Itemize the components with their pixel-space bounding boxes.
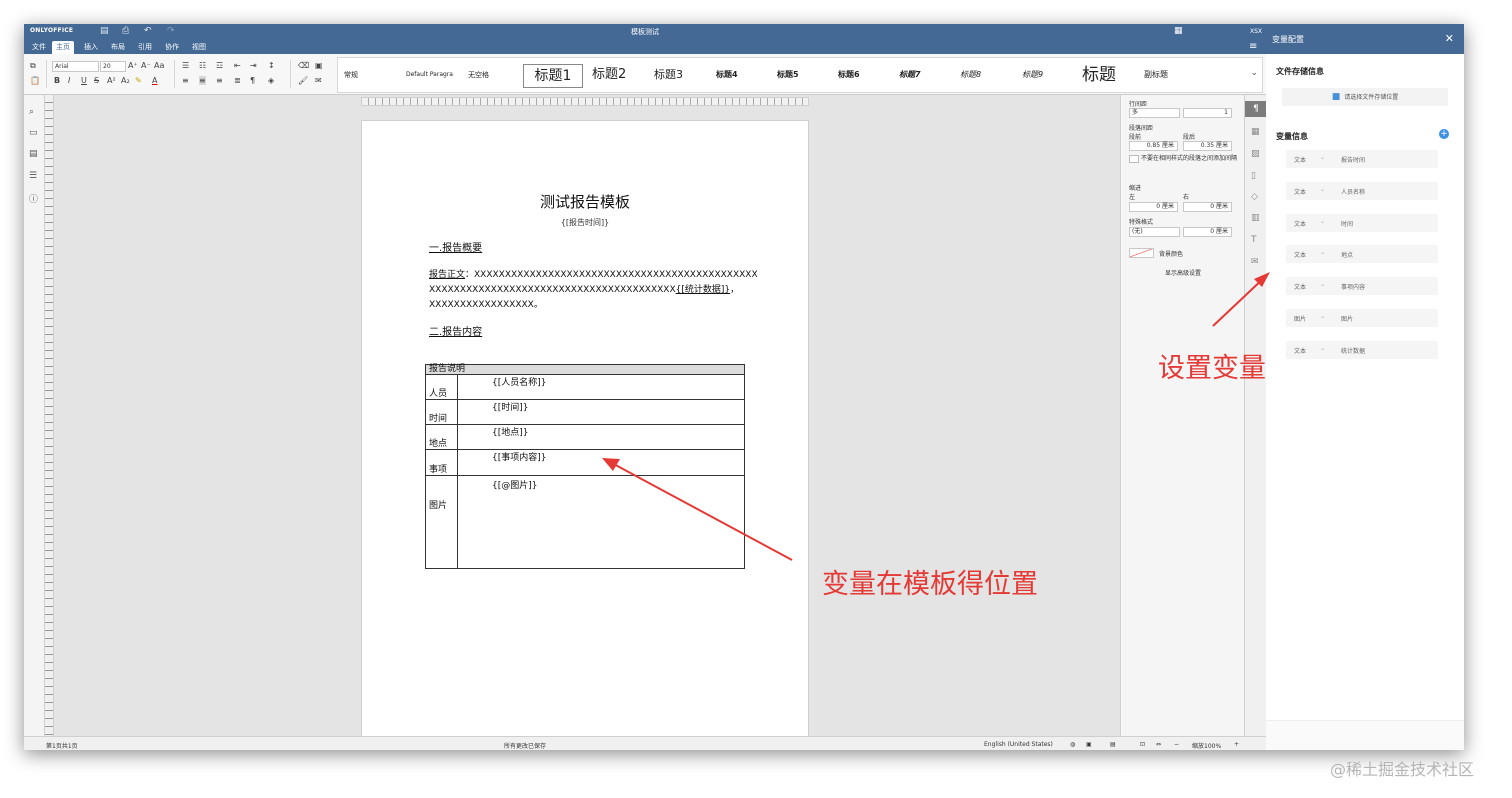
- arrow-to-panel: [1212, 275, 1267, 327]
- arrowhead-icon: [602, 458, 620, 471]
- watermark: @稀土掘金技术社区: [1330, 760, 1475, 779]
- set-variable-annotation: 设置变量: [1158, 353, 1266, 384]
- arrow-to-table: [609, 461, 793, 561]
- annotation-arrows: [602, 272, 1270, 561]
- variable-position-annotation: 变量在模板得位置: [822, 569, 1038, 600]
